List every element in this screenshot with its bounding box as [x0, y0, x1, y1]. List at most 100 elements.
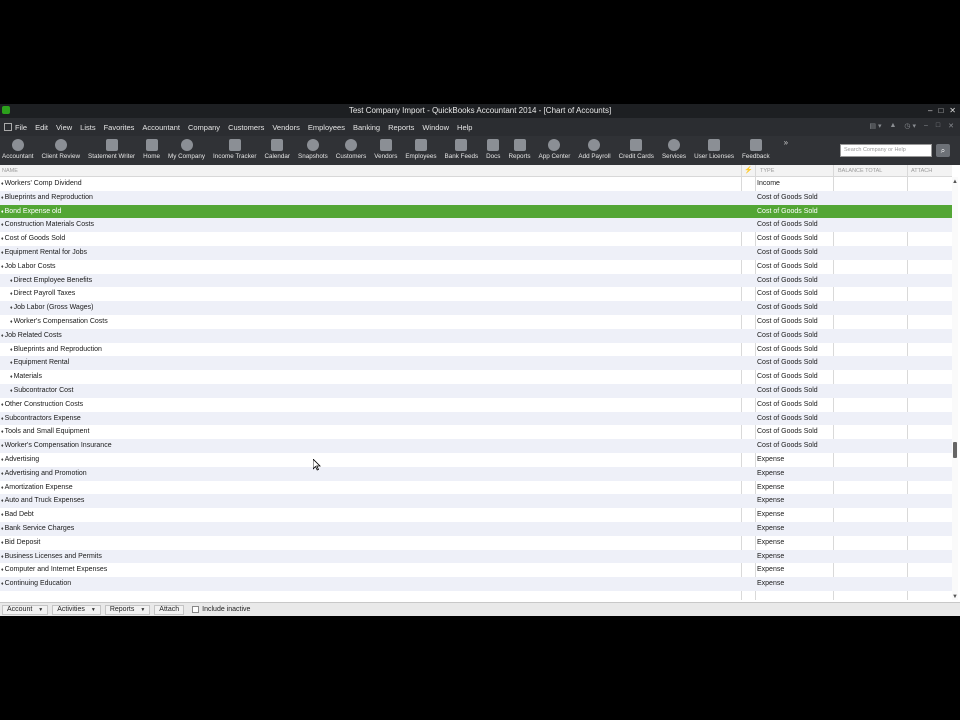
vertical-scrollbar[interactable]: ▲ ▼	[952, 177, 958, 600]
menu-accountant[interactable]: Accountant	[142, 123, 180, 132]
table-row[interactable]: ♦Computer and Internet Expenses Expense	[0, 563, 952, 577]
toolbar-feedback[interactable]: Feedback	[742, 136, 770, 160]
menu-right-controls: ▤ ▾ ▲ ◷ ▾ – □ ✕	[869, 122, 954, 130]
column-type[interactable]: TYPE	[760, 168, 774, 174]
include-inactive-checkbox[interactable]	[192, 606, 200, 613]
table-row[interactable]: ♦Bank Service Charges Expense	[0, 521, 952, 536]
account-name: ♦Other Construction Costs	[1, 398, 83, 413]
table-row[interactable]: ♦Advertising and Promotion Expense	[0, 466, 952, 481]
toolbar-reports[interactable]: Reports	[508, 136, 531, 160]
table-row[interactable]: ♦Direct Employee Benefits Cost of Goods S…	[0, 273, 952, 288]
menu-reports[interactable]: Reports	[388, 123, 414, 132]
scroll-thumb[interactable]	[953, 442, 957, 458]
table-row[interactable]: ♦Subcontractor Cost Cost of Goods Sold	[0, 383, 952, 398]
table-row[interactable]: ♦Subcontractors Expense Cost of Goods Sol…	[0, 411, 952, 426]
account-menu-button[interactable]: Account ▼	[2, 604, 49, 615]
view-toggle-icon[interactable]: ▤ ▾	[869, 122, 881, 130]
minimize-button[interactable]: –	[928, 104, 932, 118]
table-row[interactable]: ♦Bond Expense old Cost of Goods Sold	[0, 204, 952, 219]
table-row[interactable]: ♦Job Labor (Gross Wages) Cost of Goods So…	[0, 301, 952, 315]
menu-file[interactable]: File	[15, 123, 27, 132]
menu-edit[interactable]: Edit	[35, 123, 48, 132]
toolbar-my-company[interactable]: My Company	[168, 136, 205, 160]
table-row[interactable]: ♦Direct Payroll Taxes Cost of Goods Sold	[0, 287, 952, 301]
table-row[interactable]: ♦Worker's Compensation Costs Cost of Good…	[0, 315, 952, 329]
account-name: ♦Worker's Compensation Insurance	[1, 439, 112, 454]
table-row[interactable]: ♦Job Labor Costs Cost of Goods Sold	[0, 260, 952, 274]
table-row[interactable]: ♦Bad Debt Expense	[0, 508, 952, 522]
toolbar-home[interactable]: Home	[143, 136, 160, 160]
toolbar-calendar[interactable]: Calendar	[264, 136, 290, 160]
reports-icon	[513, 139, 526, 151]
icon-toolbar: Accountant Client Review Statement Write…	[0, 136, 960, 165]
table-row[interactable]: ♦Materials Cost of Goods Sold	[0, 370, 952, 384]
toolbar-credit-cards[interactable]: Credit Cards	[619, 136, 654, 160]
activities-menu-button[interactable]: Activities ▼	[52, 604, 101, 615]
column-balance-total[interactable]: BALANCE TOTAL	[838, 168, 882, 174]
maximize-button[interactable]: □	[938, 104, 943, 118]
toolbar-accountant[interactable]: Accountant	[2, 136, 34, 160]
table-row[interactable]: ♦Construction Materials Costs Cost of Goo…	[0, 218, 952, 233]
menu-view[interactable]: View	[56, 123, 72, 132]
menu-employees[interactable]: Employees	[308, 123, 345, 132]
lightning-icon[interactable]: ⚡	[744, 166, 753, 174]
account-name-text: Subcontractors Expense	[4, 414, 81, 422]
table-row[interactable]: ♦Equipment Rental Cost of Goods Sold	[0, 356, 952, 371]
child-close-icon[interactable]: ✕	[948, 122, 954, 130]
table-row[interactable]: ♦Business Licenses and Permits Expense	[0, 549, 952, 564]
child-restore-icon[interactable]: □	[936, 122, 940, 130]
toolbar-employees[interactable]: Employees	[405, 136, 437, 160]
table-row[interactable]: ♦Tools and Small Equipment Cost of Goods …	[0, 425, 952, 439]
table-row[interactable]: ♦Continuing Education Expense	[0, 577, 952, 591]
column-attach[interactable]: ATTACH	[911, 168, 932, 174]
account-name-text: Bad Debt	[4, 511, 34, 519]
toolbar-services[interactable]: Services	[662, 136, 686, 160]
table-row[interactable]: ♦Blueprints and Reproduction Cost of Good…	[0, 190, 952, 205]
table-row[interactable]: ♦Workers' Comp Dividend Income	[0, 177, 952, 191]
toolbar-bank-feeds[interactable]: Bank Feeds	[445, 136, 478, 160]
table-row[interactable]: ♦Job Related Costs Cost of Goods Sold	[0, 328, 952, 343]
toolbar-snapshots[interactable]: Snapshots	[298, 136, 328, 160]
toolbar-label: Add Payroll	[578, 153, 611, 160]
table-row[interactable]: ♦Cost of Goods Sold Cost of Goods Sold	[0, 232, 952, 246]
close-button[interactable]: ✕	[949, 104, 956, 118]
toolbar-docs[interactable]: Docs	[486, 136, 500, 160]
attach-button[interactable]: Attach	[154, 604, 185, 615]
search-input[interactable]: Search Company or Help	[840, 144, 932, 157]
menu-vendors[interactable]: Vendors	[272, 123, 300, 132]
menu-window[interactable]: Window	[422, 123, 449, 132]
account-type: Expense	[757, 524, 785, 532]
menu-lists[interactable]: Lists	[80, 123, 95, 132]
search-icon[interactable]: ⌕	[936, 144, 950, 157]
column-name[interactable]: NAME	[2, 168, 18, 174]
menu-help[interactable]: Help	[457, 123, 472, 132]
menu-customers[interactable]: Customers	[228, 123, 264, 132]
toolbar-client-review[interactable]: Client Review	[42, 136, 80, 160]
toolbar-income-tracker[interactable]: Income Tracker	[213, 136, 256, 160]
scroll-up-icon[interactable]: ▲	[952, 179, 958, 185]
table-row[interactable]: ♦Amortization Expense Expense	[0, 481, 952, 495]
toolbar-statement-writer[interactable]: Statement Writer	[88, 136, 135, 160]
toolbar-customers[interactable]: Customers	[336, 136, 366, 160]
table-row[interactable]: ♦Other Construction Costs Cost of Goods S…	[0, 398, 952, 412]
toolbar-more-icon[interactable]: »	[784, 136, 788, 147]
menu-company[interactable]: Company	[188, 123, 220, 132]
table-row[interactable]: ♦Bid Deposit Expense	[0, 536, 952, 550]
table-row[interactable]: ♦Equipment Rental for Jobs Cost of Goods …	[0, 245, 952, 260]
alerts-icon[interactable]: ▲	[889, 122, 896, 130]
table-row[interactable]: ♦Worker's Compensation Insurance Cost of …	[0, 439, 952, 453]
toolbar-add-payroll[interactable]: Add Payroll	[578, 136, 611, 160]
table-row[interactable]: ♦Blueprints and Reproduction Cost of Good…	[0, 343, 952, 357]
scroll-down-icon[interactable]: ▼	[952, 594, 958, 600]
child-minimize-icon[interactable]: –	[924, 122, 928, 130]
clock-icon[interactable]: ◷ ▾	[904, 122, 916, 130]
account-label: Account	[7, 606, 33, 613]
reports-menu-button[interactable]: Reports ▼	[104, 604, 151, 615]
menu-banking[interactable]: Banking	[353, 123, 380, 132]
menu-favorites[interactable]: Favorites	[104, 123, 135, 132]
table-row[interactable]: ♦Auto and Truck Expenses Expense	[0, 494, 952, 509]
toolbar-app-center[interactable]: App Center	[539, 136, 570, 160]
toolbar-user-licenses[interactable]: User Licenses	[694, 136, 734, 160]
toolbar-vendors[interactable]: Vendors	[374, 136, 397, 160]
table-row[interactable]: ♦Advertising Expense	[0, 453, 952, 467]
